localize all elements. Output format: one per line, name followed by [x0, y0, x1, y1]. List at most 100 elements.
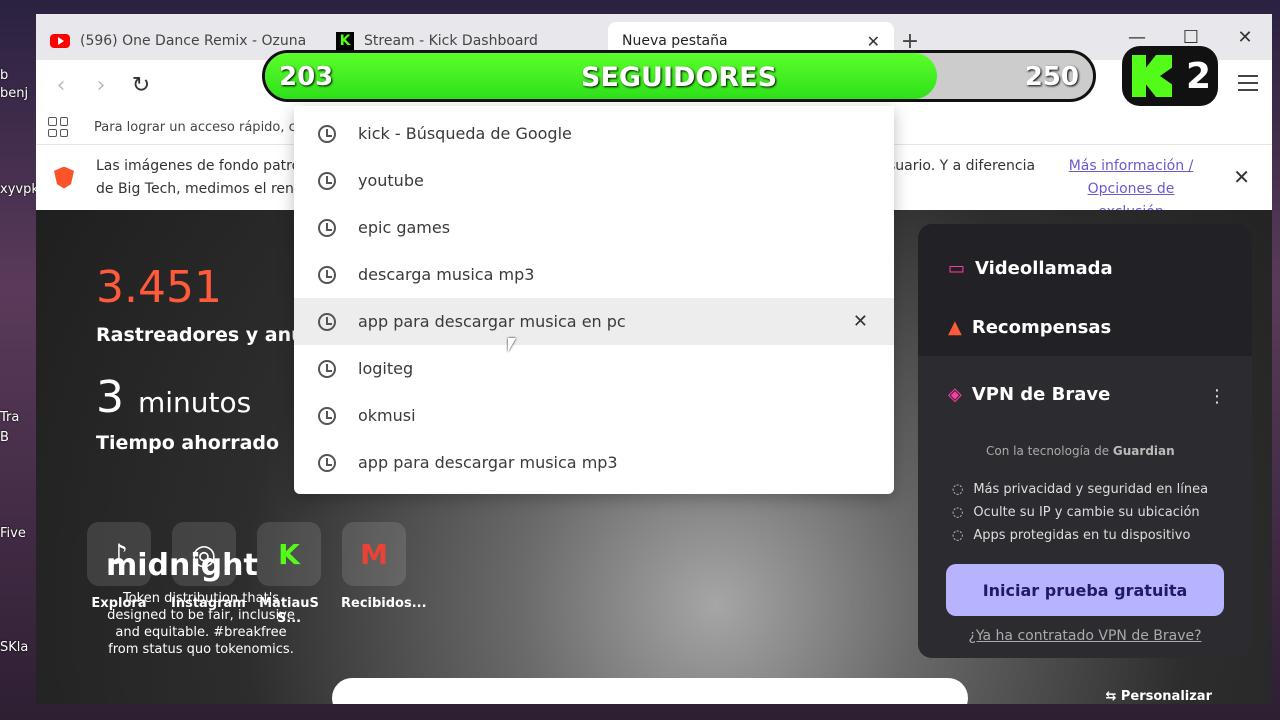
search-box[interactable]	[332, 678, 968, 704]
feature-text: Más privacidad y seguridad en línea	[973, 482, 1209, 497]
trackers-label: Rastreadores y anun	[96, 324, 319, 346]
shortcut-label: Recibidos...	[341, 596, 427, 611]
suggestion-text: youtube	[358, 171, 424, 190]
kick-icon: K	[257, 522, 321, 586]
desktop-label[interactable]: benj	[0, 86, 36, 101]
videocall-label: Videollamada	[975, 258, 1113, 279]
desktop-label[interactable]: Tra	[0, 410, 36, 425]
suggestion-text: logiteg	[358, 359, 414, 378]
desktop-label[interactable]: xyvpk	[0, 182, 39, 197]
mouse-cursor-icon	[508, 338, 516, 352]
tab-title: Stream - Kick Dashboard	[364, 33, 538, 49]
desktop-label[interactable]: SKla	[0, 640, 36, 655]
tab-title: (596) One Dance Remix - Ozuna Ft Ñ	[80, 33, 308, 49]
rewards-triangle-icon: ▲	[948, 317, 962, 338]
vpn-feature: ◌ Oculte su IP y cambie su ubicación	[952, 505, 1200, 520]
suggestion-text: app para descargar musica mp3	[358, 453, 618, 472]
suggestion-text: app para descargar musica en pc	[358, 312, 626, 331]
history-icon	[318, 171, 336, 190]
gmail-icon: M	[342, 522, 406, 586]
desktop-label[interactable]: b	[0, 68, 36, 83]
banner-text-continued: suario. Y a diferencia	[888, 158, 1036, 174]
time-saved-label: Tiempo ahorrado	[96, 432, 280, 454]
customize-button[interactable]: ⇆ Personalizar	[1105, 689, 1212, 704]
suggestion-text: kick - Búsqueda de Google	[358, 124, 572, 143]
history-icon	[318, 359, 336, 378]
follower-count: 203	[279, 62, 334, 92]
time-value: 3	[96, 372, 124, 423]
videocall-item[interactable]: ▭ Videollamada	[948, 258, 1113, 279]
close-icon[interactable]: ✕	[1233, 165, 1250, 189]
suggestion-item[interactable]: logiteg	[294, 345, 894, 392]
close-window-button[interactable]: ✕	[1218, 14, 1272, 60]
vpn-title-label: VPN de Brave	[971, 384, 1111, 405]
suggestion-item[interactable]: app para descargar musica mp3	[294, 439, 894, 486]
vpn-feature: ◌ Apps protegidas en tu dispositivo	[952, 528, 1190, 543]
kick-viewer-badge: 2	[1122, 46, 1218, 106]
desktop-label[interactable]: Five	[0, 526, 36, 541]
suggestion-item[interactable]: okmusi	[294, 392, 894, 439]
tab-title: Nueva pestaña	[622, 33, 728, 49]
history-icon	[318, 312, 336, 331]
shield-icon: ◈	[948, 384, 962, 405]
close-icon[interactable]: ✕	[867, 32, 880, 51]
vpn-feature: ◌ Más privacidad y seguridad en línea	[952, 482, 1208, 497]
history-icon	[318, 453, 336, 472]
vpn-title: ◈ VPN de Brave	[948, 384, 1110, 405]
menu-icon[interactable]	[1238, 75, 1258, 91]
trackers-count: 3.451	[96, 262, 222, 313]
brave-services-panel: ▭ Videollamada ▲ Recompensas ◈ VPN de Br…	[918, 224, 1252, 658]
check-shield-icon: ◌	[952, 528, 964, 543]
check-shield-icon: ◌	[952, 482, 964, 497]
history-icon	[318, 218, 336, 237]
vpn-card: ◈ VPN de Brave ⋮ Con la tecnología de Gu…	[918, 356, 1252, 658]
suggestion-text: okmusi	[358, 406, 416, 425]
remove-suggestion-icon[interactable]: ✕	[853, 311, 868, 332]
apps-grid-icon[interactable]	[48, 117, 68, 137]
start-trial-button[interactable]: Iniciar prueba gratuita	[946, 564, 1224, 616]
video-camera-icon: ▭	[948, 258, 966, 279]
history-icon	[318, 406, 336, 425]
already-subscribed-link[interactable]: ¿Ya ha contratado VPN de Brave?	[918, 628, 1252, 644]
suggestion-item[interactable]: descarga musica mp3	[294, 251, 894, 298]
kick-icon: K	[336, 32, 354, 50]
sliders-icon: ⇆	[1105, 689, 1121, 704]
viewer-count: 2	[1186, 55, 1212, 97]
more-options-icon[interactable]: ⋮	[1208, 386, 1226, 407]
rewards-item[interactable]: ▲ Recompensas	[948, 317, 1111, 338]
follower-goal-bar: 203 SEGUIDORES 250	[262, 50, 1096, 102]
suggestion-text: epic games	[358, 218, 451, 237]
reload-button[interactable]: ↻	[130, 73, 152, 98]
follower-goal-label: SEGUIDORES	[581, 62, 778, 93]
forward-button[interactable]: ›	[90, 73, 112, 98]
banner-text: Las imágenes de fondo patro de Big Tech,…	[96, 157, 303, 197]
suggestion-item[interactable]: app para descargar musica en pc ✕	[294, 298, 894, 345]
desktop-label[interactable]: B	[0, 430, 36, 445]
suggestion-text: descarga musica mp3	[358, 265, 535, 284]
sponsor-logo[interactable]: midnight	[106, 548, 258, 583]
back-button[interactable]: ‹	[50, 73, 72, 98]
address-suggestions: kick - Búsqueda de Google youtube epic g…	[294, 106, 894, 494]
powered-by: Con la tecnología de Guardian	[986, 444, 1175, 458]
powered-by-label: Con la tecnología de	[986, 444, 1110, 458]
history-icon	[318, 265, 336, 284]
history-icon	[318, 124, 336, 143]
suggestion-item[interactable]: kick - Búsqueda de Google	[294, 110, 894, 157]
suggestion-item[interactable]: epic games	[294, 204, 894, 251]
time-saved: 3 minutos	[96, 372, 251, 423]
bookmarks-hint: Para lograr un acceso rápido, c	[94, 119, 296, 135]
rewards-label: Recompensas	[971, 317, 1112, 338]
sponsor-description: Token distribution that's designed to be…	[107, 591, 295, 657]
feature-text: Oculte su IP y cambie su ubicación	[973, 505, 1200, 520]
feature-text: Apps protegidas en tu dispositivo	[973, 528, 1191, 543]
suggestion-item[interactable]: youtube	[294, 157, 894, 204]
check-shield-icon: ◌	[952, 505, 964, 520]
time-unit: minutos	[138, 386, 252, 419]
brave-lion-icon	[54, 166, 74, 189]
customize-label: Personalizar	[1120, 689, 1212, 704]
guardian-logo: Guardian	[1112, 444, 1175, 458]
follower-goal-target: 250	[1024, 62, 1079, 92]
youtube-icon	[50, 34, 70, 48]
shortcut-tile[interactable]: M Recibidos...	[341, 522, 427, 611]
kick-logo-icon	[1132, 55, 1172, 97]
